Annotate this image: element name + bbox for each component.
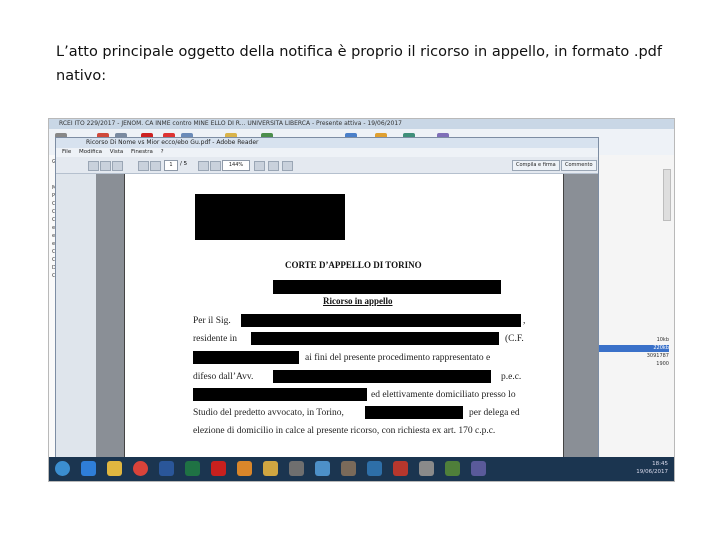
zoom-out-icon[interactable] (198, 161, 209, 171)
doc-line: p.e.c. (501, 372, 522, 382)
explorer-icon[interactable] (107, 461, 122, 476)
chrome-icon[interactable] (133, 461, 148, 476)
save-icon[interactable] (100, 161, 111, 171)
outlook-icon[interactable] (237, 461, 252, 476)
app-icon[interactable] (393, 461, 408, 476)
doc-line: Per il Sig. (193, 316, 231, 326)
acrobat-toolbar: 1 / 5 144% Compila e firma Commento (56, 157, 598, 174)
redaction-block (241, 314, 521, 327)
doc-line: elezione di domicilio in calce al presen… (193, 426, 496, 436)
document-area: CORTE D’APPELLO DI TORINO Ricorso in app… (96, 174, 598, 464)
comment-button[interactable]: Commento (561, 160, 597, 171)
fill-sign-button[interactable]: Compila e firma (512, 160, 560, 171)
zoom-in-icon[interactable] (210, 161, 221, 171)
slide-caption: L’atto principale oggetto della notifica… (56, 44, 662, 84)
acrobat-icon[interactable] (211, 461, 226, 476)
redaction-block (273, 280, 501, 294)
menu-finestra[interactable]: Finestra (131, 149, 153, 155)
navigation-pane (56, 174, 97, 458)
open-icon[interactable] (88, 161, 99, 171)
screenshot: RCEI ITO 229/2017 - JENOM. CA INME contr… (48, 118, 675, 482)
doc-line: , (523, 316, 526, 326)
app-icon[interactable] (315, 461, 330, 476)
start-icon[interactable] (55, 461, 70, 476)
list-item-selected[interactable]: 220kb (599, 345, 669, 352)
redaction-block (251, 332, 499, 345)
menu-help[interactable]: ? (161, 149, 164, 155)
doc-line: Studio del predetto avvocato, in Torino, (193, 408, 344, 418)
doc-line: difeso dall’Avv. (193, 372, 254, 382)
app-icon[interactable] (341, 461, 356, 476)
list-item[interactable]: 1900 (599, 361, 669, 368)
redaction-block (193, 351, 299, 364)
redaction-block (193, 388, 367, 401)
folder-icon[interactable] (263, 461, 278, 476)
sign-icon[interactable] (268, 161, 279, 171)
pdf-page: CORTE D’APPELLO DI TORINO Ricorso in app… (124, 174, 564, 464)
menu-vista[interactable]: Vista (110, 149, 124, 155)
doc-line: (C.F. (505, 334, 524, 344)
print-icon[interactable] (112, 161, 123, 171)
zoom-select[interactable]: 144% (222, 160, 250, 171)
document-title: Ricorso in appello (323, 296, 393, 306)
menu-file[interactable]: File (62, 149, 71, 155)
list-item[interactable]: 3091787 (599, 353, 669, 360)
page-total: / 5 (180, 161, 188, 167)
outer-window-title: RCEI ITO 229/2017 - JENOM. CA INME contr… (49, 119, 674, 129)
excel-icon[interactable] (185, 461, 200, 476)
doc-line: residente in (193, 334, 238, 344)
redaction-block (365, 406, 463, 419)
page-number-input[interactable]: 1 (164, 160, 178, 171)
ie-icon[interactable] (81, 461, 96, 476)
redaction-block (195, 194, 345, 240)
redaction-block (273, 370, 491, 383)
system-clock: 18:45 19/06/2017 (636, 461, 668, 475)
doc-line: ai fini del presente procedimento rappre… (305, 353, 491, 363)
doc-line: ed elettivamente domiciliato presso lo (371, 390, 516, 400)
list-item[interactable]: 10kb (599, 337, 669, 344)
app-icon[interactable] (445, 461, 460, 476)
app-icon[interactable] (289, 461, 304, 476)
adobe-reader-window: Ricorso Di Nome vs Mior ecco/ebo Gu.pdf … (55, 137, 599, 464)
menu-modifica[interactable]: Modifica (79, 149, 102, 155)
fit-icon[interactable] (254, 161, 265, 171)
acrobat-menu-bar: File Modifica Vista Finestra ? (56, 148, 598, 157)
word-icon[interactable] (159, 461, 174, 476)
comment-icon[interactable] (282, 161, 293, 171)
app-icon[interactable] (367, 461, 382, 476)
app-icon[interactable] (471, 461, 486, 476)
prev-page-icon[interactable] (138, 161, 149, 171)
doc-line: per delega ed (469, 408, 520, 418)
acrobat-title-bar: Ricorso Di Nome vs Mior ecco/ebo Gu.pdf … (56, 138, 598, 148)
app-icon[interactable] (419, 461, 434, 476)
court-heading: CORTE D’APPELLO DI TORINO (285, 260, 422, 270)
next-page-icon[interactable] (150, 161, 161, 171)
scrollbar[interactable] (663, 169, 671, 221)
windows-taskbar: 18:45 19/06/2017 (49, 457, 674, 481)
